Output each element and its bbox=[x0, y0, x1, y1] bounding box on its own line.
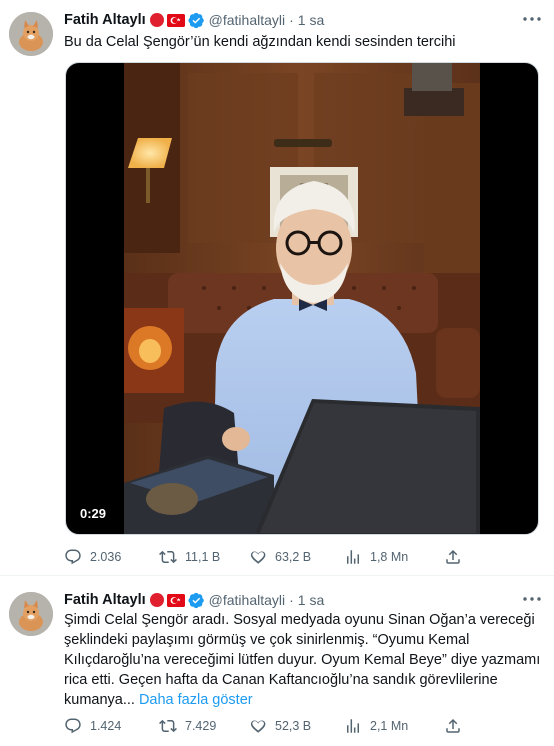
share-button[interactable] bbox=[444, 548, 462, 566]
heart-icon bbox=[250, 551, 266, 564]
tweet[interactable]: Fatih Altaylı @fatihaltayli · 1 sa Bu da… bbox=[0, 0, 554, 576]
like-count: 52,3 B bbox=[275, 719, 312, 733]
reply-count: 2.036 bbox=[90, 550, 122, 564]
author-handle[interactable]: @fatihaltayli bbox=[209, 592, 285, 608]
retweet-icon bbox=[159, 719, 177, 733]
retweet-button[interactable]: 11,1 B bbox=[159, 548, 220, 566]
share-button[interactable] bbox=[444, 717, 462, 735]
like-button[interactable]: 52,3 B bbox=[249, 717, 311, 735]
like-button[interactable]: 63,2 B bbox=[249, 548, 311, 566]
reply-button[interactable]: 2.036 bbox=[64, 548, 121, 566]
tweet-text: Bu da Celal Şengör’ün kendi ağzından ken… bbox=[64, 34, 456, 50]
turkish-flag-icon bbox=[166, 13, 185, 27]
separator: · bbox=[289, 592, 294, 608]
retweet-count: 7.429 bbox=[185, 719, 217, 733]
reply-button[interactable]: 1.424 bbox=[64, 717, 121, 735]
verified-badge-icon[interactable] bbox=[188, 592, 205, 609]
tweet-text: Şimdi Celal Şengör aradı. Sosyal medyada… bbox=[64, 610, 542, 710]
views-chart-icon bbox=[347, 550, 359, 564]
reply-icon bbox=[65, 549, 81, 565]
separator: · bbox=[289, 12, 294, 28]
tweet-actions: 2.036 11,1 B 63,2 B 1,8 Mn bbox=[64, 547, 464, 567]
retweet-icon bbox=[159, 550, 177, 564]
tweet[interactable]: Fatih Altaylı @fatihaltayli · 1 sa Şimdi… bbox=[0, 576, 554, 746]
heart-icon bbox=[250, 720, 266, 733]
verified-badge-icon[interactable] bbox=[188, 12, 205, 29]
like-count: 63,2 B bbox=[275, 550, 312, 564]
timestamp[interactable]: 1 sa bbox=[298, 592, 324, 608]
video-player[interactable]: 0:29 bbox=[65, 62, 539, 535]
author-name[interactable]: Fatih Altaylı bbox=[64, 12, 146, 28]
show-more-link[interactable]: Daha fazla göster bbox=[139, 692, 253, 708]
red-circle-emoji bbox=[149, 13, 164, 27]
views-chart-icon bbox=[347, 719, 359, 733]
avatar[interactable] bbox=[9, 12, 53, 56]
avatar[interactable] bbox=[9, 592, 53, 636]
author-name[interactable]: Fatih Altaylı bbox=[64, 592, 146, 608]
more-horizontal-icon[interactable] bbox=[522, 10, 542, 28]
tweet-actions: 1.424 7.429 52,3 B 2,1 Mn bbox=[64, 716, 464, 736]
red-circle-emoji bbox=[149, 593, 164, 607]
tweet-header: Fatih Altaylı @fatihaltayli · 1 sa bbox=[64, 11, 324, 29]
views-button[interactable]: 1,8 Mn bbox=[344, 548, 408, 566]
reply-icon bbox=[65, 718, 81, 734]
author-handle[interactable]: @fatihaltayli bbox=[209, 12, 285, 28]
video-thumbnail[interactable] bbox=[124, 63, 480, 534]
timestamp[interactable]: 1 sa bbox=[298, 12, 324, 28]
video-duration: 0:29 bbox=[80, 506, 107, 521]
more-horizontal-icon[interactable] bbox=[522, 590, 542, 608]
retweet-count: 11,1 B bbox=[185, 550, 221, 564]
views-button[interactable]: 2,1 Mn bbox=[344, 717, 408, 735]
share-icon bbox=[446, 549, 460, 564]
retweet-button[interactable]: 7.429 bbox=[159, 717, 216, 735]
turkish-flag-icon bbox=[166, 593, 185, 607]
reply-count: 1.424 bbox=[90, 719, 122, 733]
views-count: 2,1 Mn bbox=[370, 719, 409, 733]
tweet-header: Fatih Altaylı @fatihaltayli · 1 sa bbox=[64, 591, 324, 609]
views-count: 1,8 Mn bbox=[370, 550, 409, 564]
tweet-body: Şimdi Celal Şengör aradı. Sosyal medyada… bbox=[64, 612, 541, 708]
share-icon bbox=[446, 718, 460, 733]
